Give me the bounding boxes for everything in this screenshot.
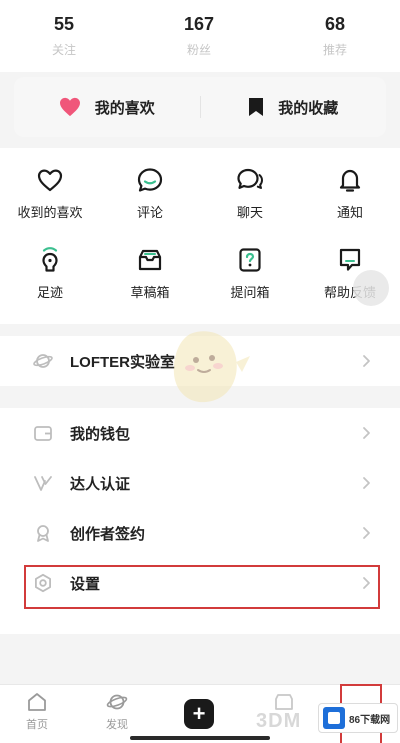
chevron-right-icon xyxy=(363,355,370,367)
question-box-icon xyxy=(239,248,261,272)
grid-notifications[interactable]: 通知 xyxy=(300,166,400,246)
stat-followers-label: 粉丝 xyxy=(186,43,211,57)
post-plus-button[interactable]: + xyxy=(184,699,214,729)
tab-discover-label: 发现 xyxy=(106,719,128,731)
stat-followers[interactable]: 167 粉丝 xyxy=(128,0,270,72)
grid-chat[interactable]: 聊天 xyxy=(200,166,300,246)
tab-discover[interactable]: 发现 xyxy=(97,691,137,732)
home-indicator xyxy=(130,736,270,740)
bell-icon xyxy=(339,169,361,192)
tab-home[interactable]: 首页 xyxy=(17,691,57,732)
chevron-right-icon xyxy=(363,477,370,489)
stat-following[interactable]: 55 关注 xyxy=(0,0,128,72)
chat-icon xyxy=(237,168,263,189)
stat-recommend-count: 68 xyxy=(324,14,346,34)
profile-stats: 55 关注 167 粉丝 68 推荐 xyxy=(0,0,400,72)
my-likes-label: 我的喜欢 xyxy=(94,99,155,117)
bookmark-icon xyxy=(249,98,264,116)
my-likes-button[interactable]: 我的喜欢 xyxy=(14,97,200,118)
menu-wallet-label: 我的钱包 xyxy=(70,425,131,443)
grid-comments-label: 评论 xyxy=(136,205,163,220)
grid-footprint[interactable]: 足迹 xyxy=(0,246,100,326)
drafts-icon xyxy=(138,249,162,271)
footprint-icon xyxy=(42,247,58,272)
my-collections-label: 我的收藏 xyxy=(278,99,339,117)
stat-followers-count: 167 xyxy=(183,14,215,34)
grid-question-box-label: 提问箱 xyxy=(230,285,270,300)
wallet-icon xyxy=(32,422,54,444)
settings-highlight-box xyxy=(24,565,380,609)
tab-home-label: 首页 xyxy=(26,719,48,731)
verify-icon xyxy=(32,472,54,494)
floating-assistive-button[interactable] xyxy=(353,270,389,306)
favorites-card: 我的喜欢 我的收藏 xyxy=(14,77,386,137)
menu-verification-label: 达人认证 xyxy=(70,475,131,493)
function-grid: 收到的喜欢 评论 聊天 通知 足迹 草稿箱 提问箱 帮助反馈 xyxy=(0,148,400,324)
home-icon xyxy=(28,693,46,711)
comment-icon xyxy=(137,168,163,192)
download-site-logo-icon xyxy=(323,707,345,729)
grid-notifications-label: 通知 xyxy=(336,205,363,220)
mascot-watermark-icon xyxy=(173,331,250,403)
grid-comments[interactable]: 评论 xyxy=(100,166,200,246)
help-feedback-icon xyxy=(339,248,361,271)
heart-outline-icon xyxy=(37,169,63,192)
chevron-right-icon xyxy=(363,427,370,439)
grid-drafts[interactable]: 草稿箱 xyxy=(100,246,200,326)
menu-wallet[interactable]: 我的钱包 xyxy=(0,408,400,458)
watermark-86-download: 86下载网 xyxy=(318,703,398,733)
menu-verification[interactable]: 达人认证 xyxy=(0,458,400,508)
watermark-3dm: 3DM xyxy=(256,710,302,732)
plus-icon: + xyxy=(192,701,206,726)
stat-recommend[interactable]: 68 推荐 xyxy=(270,0,400,72)
planet-icon xyxy=(106,694,128,710)
grid-chat-label: 聊天 xyxy=(236,205,263,220)
grid-received-likes-label: 收到的喜欢 xyxy=(17,205,83,220)
chevron-right-icon xyxy=(363,527,370,539)
grid-received-likes[interactable]: 收到的喜欢 xyxy=(0,166,100,246)
planet-icon xyxy=(32,350,54,372)
stat-recommend-label: 推荐 xyxy=(322,43,347,57)
creator-icon xyxy=(32,522,54,544)
menu-creator-contract[interactable]: 创作者签约 xyxy=(0,508,400,558)
stat-following-label: 关注 xyxy=(51,43,76,57)
grid-question-box[interactable]: 提问箱 xyxy=(200,246,300,326)
watermark-86-text: 86下载网 xyxy=(349,714,391,726)
stat-following-count: 55 xyxy=(53,14,75,34)
grid-drafts-label: 草稿箱 xyxy=(130,285,170,300)
menu-creator-contract-label: 创作者签约 xyxy=(70,525,146,543)
my-collections-button[interactable]: 我的收藏 xyxy=(201,97,387,118)
grid-footprint-label: 足迹 xyxy=(36,285,63,300)
heart-icon xyxy=(59,97,80,117)
